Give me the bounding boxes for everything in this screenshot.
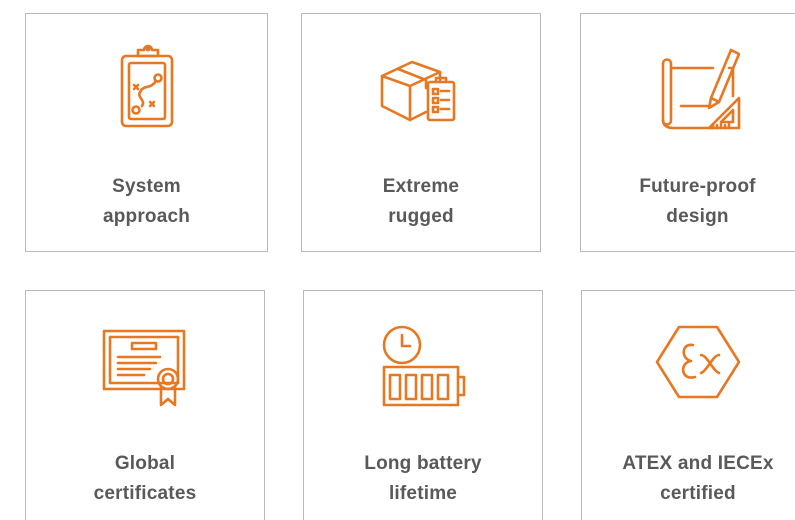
feature-card-global-certificates: Global certificates: [25, 290, 265, 520]
battery-clock-icon: [376, 317, 470, 411]
feature-card-atex-iecex-certified: ATEX and IECEx certified: [581, 290, 795, 520]
certificate-icon: [98, 317, 192, 411]
feature-label: Long battery lifetime: [364, 453, 482, 504]
feature-card-future-proof-design: Future-proof design: [580, 13, 795, 252]
feature-label: Global certificates: [93, 453, 197, 504]
feature-card-system-approach: System approach: [25, 13, 268, 252]
rugged-box-checklist-icon: [374, 42, 468, 136]
feature-label: System approach: [102, 176, 191, 227]
clipboard-plan-icon: [100, 40, 194, 134]
feature-card-extreme-rugged: Extreme rugged: [301, 13, 541, 252]
feature-grid: System approach Extreme rugged Future-pr…: [0, 0, 795, 520]
design-blueprint-icon: [651, 40, 745, 134]
feature-label: ATEX and IECEx certified: [622, 453, 774, 504]
feature-card-long-battery-lifetime: Long battery lifetime: [303, 290, 543, 520]
feature-label: Future-proof design: [639, 176, 756, 227]
atex-ex-icon: [651, 315, 745, 409]
feature-label: Extreme rugged: [382, 176, 460, 227]
